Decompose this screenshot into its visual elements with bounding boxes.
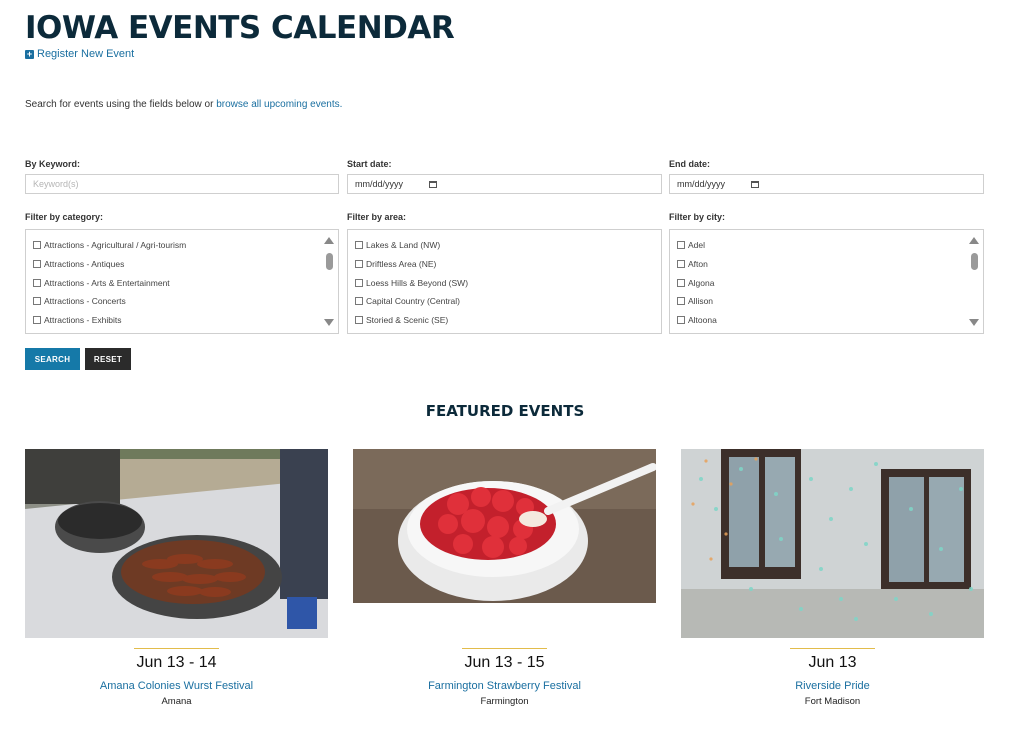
strawberry-photo xyxy=(353,449,656,603)
checkbox[interactable] xyxy=(677,279,685,287)
end-date-input[interactable]: mm/dd/yyyy xyxy=(669,174,984,194)
separator-line xyxy=(790,648,875,649)
start-date-input[interactable]: mm/dd/yyyy xyxy=(347,174,662,194)
checkbox[interactable] xyxy=(33,279,41,287)
checkbox[interactable] xyxy=(355,241,363,249)
category-option-label: Attractions - Concerts xyxy=(44,296,126,306)
separator-line xyxy=(134,648,219,649)
event-name-link[interactable]: Farmington Strawberry Festival xyxy=(353,680,656,692)
event-image-pride[interactable] xyxy=(681,449,984,638)
category-option-label: Attractions - Agricultural / Agri-touris… xyxy=(44,240,187,250)
area-option[interactable]: Lakes & Land (NW) xyxy=(355,240,440,250)
separator-line xyxy=(462,648,547,649)
intro-text: Search for events using the fields below… xyxy=(25,99,342,110)
area-option[interactable]: Storied & Scenic (SE) xyxy=(355,315,448,325)
checkbox[interactable] xyxy=(677,260,685,268)
area-option-label: Driftless Area (NE) xyxy=(366,259,437,269)
area-option-label: Lakes & Land (NW) xyxy=(366,240,441,250)
checkbox[interactable] xyxy=(677,297,685,305)
checkbox[interactable] xyxy=(677,241,685,249)
area-option-label: Storied & Scenic (SE) xyxy=(366,315,449,325)
featured-events-heading: FEATURED EVENTS xyxy=(425,402,585,420)
event-date: Jun 13 - 15 xyxy=(464,654,545,671)
checkbox[interactable] xyxy=(355,297,363,305)
plus-icon: + xyxy=(25,48,34,59)
category-option[interactable]: Attractions - Antiques xyxy=(33,259,124,269)
reset-button[interactable]: RESET xyxy=(85,348,131,370)
event-date: Jun 13 xyxy=(808,654,857,671)
event-image-strawberry[interactable] xyxy=(353,449,656,603)
category-option[interactable]: Attractions - Concerts xyxy=(33,296,126,306)
event-name-link[interactable]: Amana Colonies Wurst Festival xyxy=(25,680,328,692)
city-option-label: Afton xyxy=(688,259,708,269)
keyword-label: By Keyword: xyxy=(25,159,81,169)
category-listbox[interactable]: Attractions - Agricultural / Agri-touris… xyxy=(25,229,339,334)
area-option-label: Loess Hills & Beyond (SW) xyxy=(366,278,469,288)
city-listbox[interactable]: Adel Afton Algona Allison Altoona xyxy=(669,229,984,334)
event-date: Jun 13 - 14 xyxy=(136,654,217,671)
event-city: Amana xyxy=(161,696,192,707)
event-city: Farmington xyxy=(480,696,529,707)
city-option[interactable]: Afton xyxy=(677,259,708,269)
pride-photo xyxy=(681,449,984,638)
city-option-label: Altoona xyxy=(688,315,717,325)
event-city: Fort Madison xyxy=(804,696,861,707)
scroll-up-arrow-icon[interactable] xyxy=(324,237,334,244)
city-option[interactable]: Algona xyxy=(677,278,714,288)
category-option[interactable]: Attractions - Exhibits xyxy=(33,315,121,325)
category-option-label: Attractions - Arts & Entertainment xyxy=(44,278,170,288)
category-option[interactable]: Attractions - Agricultural / Agri-touris… xyxy=(33,240,186,250)
scroll-down-arrow-icon[interactable] xyxy=(324,319,334,326)
scrollbar-thumb[interactable] xyxy=(326,253,333,270)
start-date-label: Start date: xyxy=(347,159,392,169)
scrollbar-thumb[interactable] xyxy=(971,253,978,270)
category-option-label: Attractions - Exhibits xyxy=(44,315,122,325)
city-option[interactable]: Allison xyxy=(677,296,713,306)
checkbox[interactable] xyxy=(355,279,363,287)
start-date-value: mm/dd/yyyy xyxy=(355,179,404,189)
checkbox[interactable] xyxy=(677,316,685,324)
keyword-placeholder: Keyword(s) xyxy=(33,179,79,189)
city-label: Filter by city: xyxy=(669,212,726,222)
city-option[interactable]: Altoona xyxy=(677,315,717,325)
city-option-label: Allison xyxy=(688,296,714,306)
checkbox[interactable] xyxy=(33,297,41,305)
area-option[interactable]: Capital Country (Central) xyxy=(355,296,460,306)
register-event-link[interactable]: + Register New Event xyxy=(25,48,134,60)
event-name-link[interactable]: Riverside Pride xyxy=(681,680,984,692)
calendar-icon[interactable] xyxy=(429,180,438,188)
city-option[interactable]: Adel xyxy=(677,240,705,250)
event-image-wurst[interactable] xyxy=(25,449,328,638)
browse-events-link[interactable]: browse all upcoming events. xyxy=(216,99,342,110)
category-option[interactable]: Attractions - Arts & Entertainment xyxy=(33,278,170,288)
keyword-input[interactable]: Keyword(s) xyxy=(25,174,339,194)
calendar-icon[interactable] xyxy=(751,180,760,188)
area-label: Filter by area: xyxy=(347,212,407,222)
checkbox[interactable] xyxy=(33,316,41,324)
checkbox[interactable] xyxy=(33,241,41,249)
area-option[interactable]: Loess Hills & Beyond (SW) xyxy=(355,278,468,288)
category-label: Filter by category: xyxy=(25,212,104,222)
checkbox[interactable] xyxy=(355,316,363,324)
scroll-up-arrow-icon[interactable] xyxy=(969,237,979,244)
scroll-down-arrow-icon[interactable] xyxy=(969,319,979,326)
register-event-label: Register New Event xyxy=(37,48,135,60)
wurst-photo xyxy=(25,449,328,638)
city-option-label: Algona xyxy=(688,278,715,288)
category-option-label: Attractions - Antiques xyxy=(44,259,125,269)
checkbox[interactable] xyxy=(33,260,41,268)
end-date-label: End date: xyxy=(669,159,711,169)
intro-prefix: Search for events using the fields below… xyxy=(25,99,217,110)
end-date-value: mm/dd/yyyy xyxy=(677,179,726,189)
area-option[interactable]: Driftless Area (NE) xyxy=(355,259,436,269)
city-option-label: Adel xyxy=(688,240,706,250)
area-listbox[interactable]: Lakes & Land (NW) Driftless Area (NE) Lo… xyxy=(347,229,662,334)
checkbox[interactable] xyxy=(355,260,363,268)
area-option-label: Capital Country (Central) xyxy=(366,296,461,306)
page-title: IOWA EVENTS CALENDAR xyxy=(25,10,455,46)
search-button[interactable]: SEARCH xyxy=(25,348,80,370)
